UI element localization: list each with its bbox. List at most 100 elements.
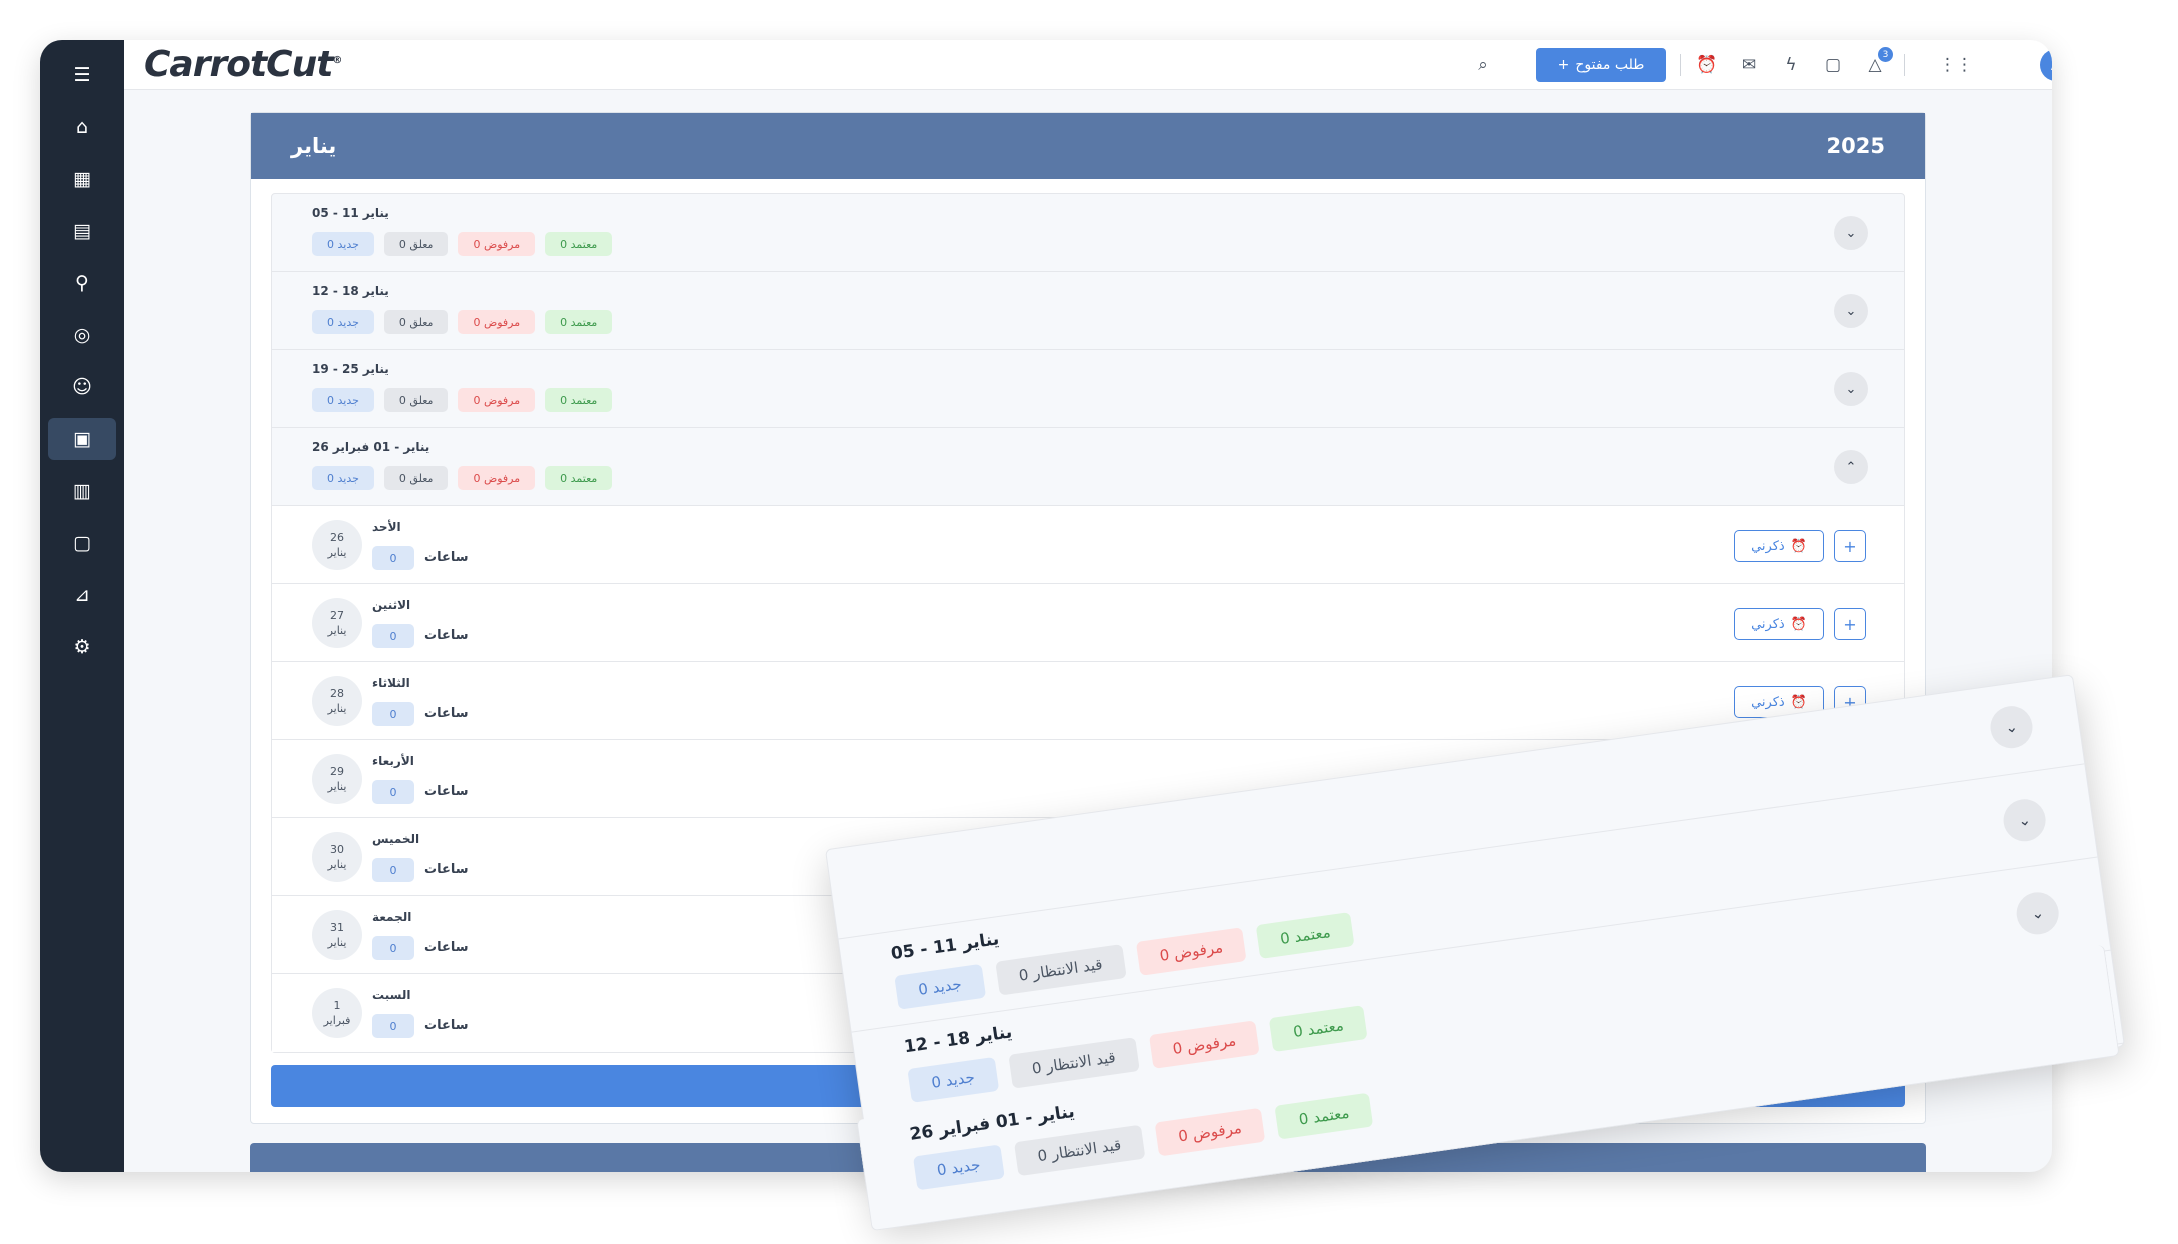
pending-chip: 0 قيد الانتظار xyxy=(994,944,1127,996)
calendar-icon[interactable]: ▣ xyxy=(48,418,116,460)
approved-chip: 0 معتمد xyxy=(1269,1005,1368,1052)
week-title: 26 يناير - 01 فبراير xyxy=(312,440,430,454)
focus-icon[interactable]: ◎ xyxy=(48,314,116,356)
week-row[interactable]: 19 - 25 يناير 0 جديد 0 معلق 0 مرفوض 0 مع… xyxy=(272,350,1904,428)
week-status-chips: 0 جديد 0 معلق 0 مرفوض 0 معتمد xyxy=(312,388,613,412)
week-title: 05 - 11 يناير xyxy=(889,929,1001,965)
new-chip: 0 جديد xyxy=(312,388,374,412)
hours-label: ساعات xyxy=(424,784,469,799)
on-hold-chip: 0 معلق xyxy=(383,310,449,334)
hours-label: ساعات xyxy=(424,940,469,955)
remind-button[interactable]: ذكرني ⏰ xyxy=(1734,608,1824,640)
apps-grid-icon[interactable]: ⋮⋮ xyxy=(1939,52,1973,78)
month-header: يناير 2025 xyxy=(251,113,1925,179)
cast-icon[interactable]: ⊿ xyxy=(48,574,116,616)
hours-label: ساعات xyxy=(424,550,469,565)
rejected-chip: 0 مرفوض xyxy=(1154,1107,1266,1157)
rejected-chip: 0 مرفوض xyxy=(458,310,536,334)
new-chip: 0 جديد xyxy=(312,310,374,334)
new-chip: 0 جديد xyxy=(312,232,374,256)
new-request-button[interactable]: + طلب مفتوح xyxy=(1536,48,1666,82)
bell-icon[interactable]: △ 3 xyxy=(1862,47,1893,78)
search-icon[interactable]: ⌕ xyxy=(1470,52,1496,78)
hours-value: 0 xyxy=(372,858,414,882)
pending-chip: 0 قيد الانتظار xyxy=(1013,1124,1146,1177)
date-badge: 26 يناير xyxy=(312,520,362,570)
week-status-chips: 0 جديد 0 قيد الانتظار 0 مرفوض 0 معتمد xyxy=(912,1092,1374,1191)
day-name: الجمعة xyxy=(372,910,412,924)
chevron-up-icon[interactable]: ⌃ xyxy=(1834,450,1868,484)
users-icon[interactable]: ☺ xyxy=(48,366,116,408)
date-badge: 28 يناير xyxy=(312,676,362,726)
date-badge: 30 يناير xyxy=(312,832,362,882)
hours-value: 0 xyxy=(372,1014,414,1038)
chevron-down-icon[interactable]: ⌄ xyxy=(2013,889,2062,938)
alarm-icon: ⏰ xyxy=(1790,694,1807,710)
lightning-icon[interactable]: ϟ xyxy=(1778,52,1804,78)
chevron-down-icon[interactable]: ⌄ xyxy=(1834,216,1868,250)
week-title: 12 - 18 يناير xyxy=(902,1022,1014,1058)
week-row[interactable]: 05 - 11 يناير 0 جديد 0 معلق 0 مرفوض 0 مع… xyxy=(272,194,1904,272)
notification-badge: 3 xyxy=(1878,47,1893,62)
day-name: الاثنين xyxy=(372,598,411,612)
week-row[interactable]: 12 - 18 يناير 0 جديد 0 معلق 0 مرفوض 0 مع… xyxy=(272,272,1904,350)
clipboard-icon[interactable]: ▢ xyxy=(1820,52,1846,78)
week-row[interactable]: 26 يناير - 01 فبراير 0 جديد 0 معلق 0 مرف… xyxy=(272,428,1904,506)
hours-value: 0 xyxy=(372,780,414,804)
building-icon[interactable]: ▦ xyxy=(48,158,116,200)
workflow-icon[interactable]: ⚲ xyxy=(48,262,116,304)
day-row: 27 يناير الاثنين 0 ساعات ذكرني ⏰ + xyxy=(272,584,1904,662)
add-button[interactable]: + xyxy=(1834,608,1866,640)
rejected-chip: 0 مرفوض xyxy=(1135,927,1247,976)
date-badge: 27 يناير xyxy=(312,598,362,648)
approved-chip: 0 معتمد xyxy=(1274,1092,1374,1140)
chevron-down-icon[interactable]: ⌄ xyxy=(2000,796,2049,844)
on-hold-chip: 0 معلق xyxy=(383,232,449,256)
approved-chip: 0 معتمد xyxy=(545,466,613,490)
day-name: الأحد xyxy=(372,520,401,534)
approved-chip: 0 معتمد xyxy=(545,232,613,256)
date-badge: 29 يناير xyxy=(312,754,362,804)
week-title: 05 - 11 يناير xyxy=(312,206,389,220)
add-button[interactable]: + xyxy=(1834,530,1866,562)
chart-icon[interactable]: ▥ xyxy=(48,470,116,512)
document-icon[interactable]: ▢ xyxy=(48,522,116,564)
week-status-chips: 0 جديد 0 معلق 0 مرفوض 0 معتمد xyxy=(312,232,613,256)
chevron-down-icon[interactable]: ⌄ xyxy=(1834,372,1868,406)
week-title: 12 - 18 يناير xyxy=(312,284,389,298)
on-hold-chip: 0 معلق xyxy=(383,388,449,412)
hours-value: 0 xyxy=(372,702,414,726)
date-badge: 1 فبراير xyxy=(312,988,362,1038)
home-icon[interactable]: ⌂ xyxy=(48,106,116,148)
day-row: 28 يناير الثلاثاء 0 ساعات ذكرني ⏰ + xyxy=(272,662,1904,740)
chevron-down-icon[interactable]: ⌄ xyxy=(1834,294,1868,328)
hours-value: 0 xyxy=(372,624,414,648)
app-logo: CarrotCut® xyxy=(144,44,342,85)
rejected-chip: 0 مرفوض xyxy=(458,232,536,256)
sidebar: ☰ ⌂ ▦ ▤ ⚲ ◎ ☺ ▣ ▥ ▢ ⊿ ⚙ xyxy=(40,40,124,1172)
hours-label: ساعات xyxy=(424,706,469,721)
approved-chip: 0 معتمد xyxy=(1256,912,1355,959)
menu-icon[interactable]: ☰ xyxy=(48,54,116,96)
hours-label: ساعات xyxy=(424,862,469,877)
alarm-icon[interactable]: ⏰ xyxy=(1694,52,1720,78)
divider xyxy=(1680,54,1681,76)
alarm-icon: ⏰ xyxy=(1790,616,1807,632)
hours-label: ساعات xyxy=(424,628,469,643)
on-hold-chip: 0 معلق xyxy=(383,466,449,490)
settings-icon[interactable]: ⚙ xyxy=(48,626,116,668)
remind-button[interactable]: ذكرني ⏰ xyxy=(1734,530,1824,562)
topbar: CarrotCut® ⌕ +طلب مفتوح ⏰ ✉ ϟ ▢ △3 ⋮⋮ A xyxy=(124,40,2052,90)
hours-label: ساعات xyxy=(424,1018,469,1033)
chat-icon[interactable]: ✉ xyxy=(1736,52,1762,78)
divider xyxy=(1904,54,1905,76)
rejected-chip: 0 مرفوض xyxy=(1148,1020,1261,1069)
user-avatar[interactable]: A xyxy=(2040,49,2052,81)
hours-value: 0 xyxy=(372,936,414,960)
week-title: 19 - 25 يناير xyxy=(312,362,389,376)
new-chip: 0 جديد xyxy=(894,963,986,1010)
approved-chip: 0 معتمد xyxy=(545,310,613,334)
list-icon[interactable]: ▤ xyxy=(48,210,116,252)
new-chip: 0 جديد xyxy=(912,1144,1005,1191)
chevron-down-icon[interactable]: ⌄ xyxy=(1987,703,2036,751)
